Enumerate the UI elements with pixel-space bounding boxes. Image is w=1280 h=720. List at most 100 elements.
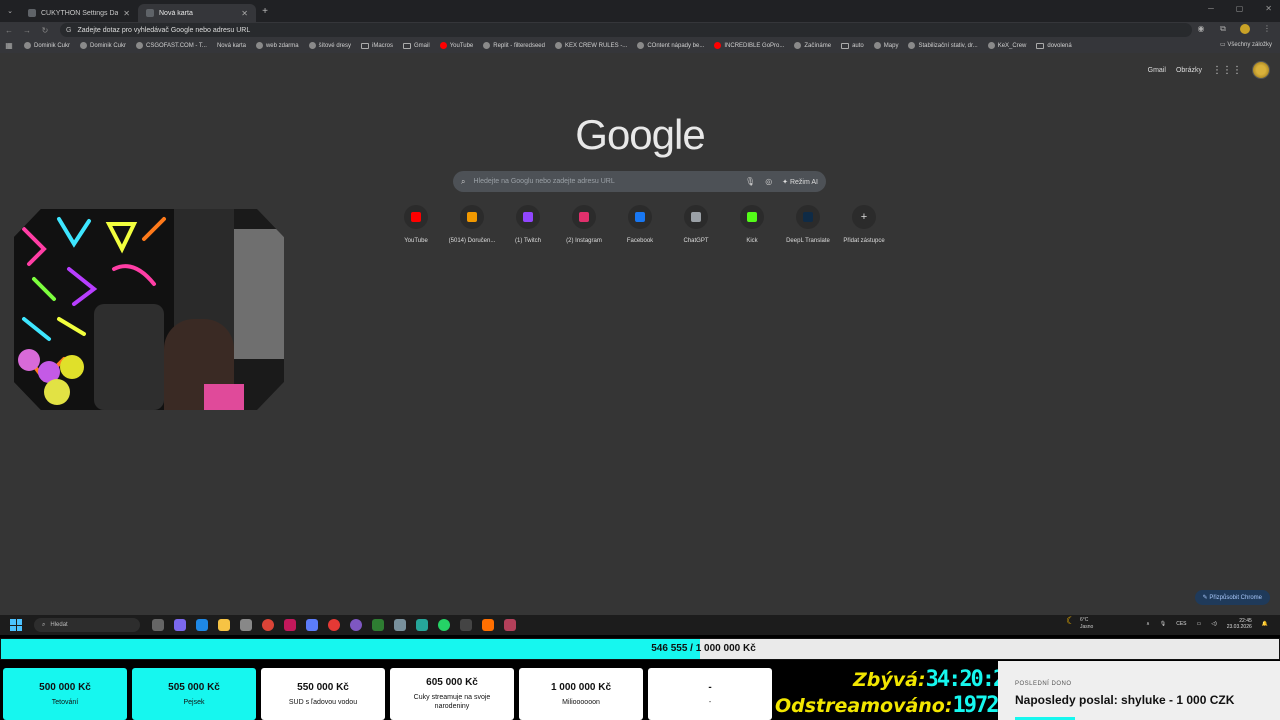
taskbar-search[interactable]: ⌕ Hledat — [34, 618, 140, 632]
extensions-icon[interactable]: ⧉ — [1218, 24, 1228, 34]
shortcut-tile[interactable]: DeepL Translate — [780, 205, 836, 244]
all-bookmarks-folder[interactable]: ▭ Všechny záložky — [1220, 41, 1272, 48]
shortcut-tile[interactable]: (5014) Doručen... — [444, 205, 500, 244]
goal-description: SUD s ľadovou vodou — [288, 698, 358, 706]
bookmark-item[interactable]: Mapy — [873, 42, 898, 49]
goal-description: Cuky streamuje na svoje narodeniny — [413, 694, 491, 710]
shortcut-tile[interactable]: YouTube — [388, 205, 444, 244]
app-icon[interactable] — [460, 619, 472, 631]
address-bar[interactable]: G Zadejte dotaz pro vyhledávač Google ne… — [60, 23, 1192, 37]
gmail-link[interactable]: Gmail — [1148, 67, 1166, 74]
customize-chrome-button[interactable]: ✎ Přizpůsobit Chrome — [1194, 590, 1270, 605]
shortcut-tile[interactable]: + Přidat zástupce — [836, 205, 892, 244]
network-icon[interactable]: ▭ — [1196, 621, 1201, 627]
edge-icon[interactable] — [196, 619, 208, 631]
streaming-app-icon[interactable] — [504, 619, 516, 631]
notification-bell-icon[interactable]: 🔔 — [1262, 621, 1268, 627]
goal-description: Tetování — [51, 698, 79, 706]
bookmark-item[interactable]: Nová karta — [217, 43, 246, 49]
bookmark-item[interactable]: auto — [841, 42, 864, 49]
tab-close-icon[interactable]: ✕ — [123, 9, 130, 18]
bookmark-item[interactable]: CSGOFAST.COM - T... — [136, 42, 207, 49]
forward-icon[interactable]: → — [18, 26, 36, 35]
app-icon[interactable] — [328, 619, 340, 631]
store-icon[interactable] — [240, 619, 252, 631]
bookmark-item[interactable]: dovolená — [1036, 42, 1072, 49]
new-tab-plus-icon[interactable]: + — [256, 6, 274, 17]
bookmark-item[interactable]: YouTube — [439, 42, 473, 49]
streamed-label: Odstreamováno: — [775, 695, 953, 717]
shortcut-favicon — [691, 212, 701, 222]
bookmark-item[interactable]: Dominik Cukr — [80, 42, 126, 49]
toolbar-actions: ◉ ⧉ ⋮ — [1196, 24, 1272, 34]
shortcut-label: (1) Twitch — [515, 238, 541, 244]
acrobat-icon[interactable] — [284, 619, 296, 631]
obs-icon[interactable] — [350, 619, 362, 631]
app-icon[interactable] — [482, 619, 494, 631]
bookmark-item[interactable]: šítové dresy — [308, 42, 351, 49]
back-icon[interactable]: ← — [0, 26, 18, 35]
tab-search-icon[interactable]: ⌄ — [0, 0, 20, 22]
bookmark-item[interactable]: Gmail — [403, 42, 430, 49]
account-avatar[interactable] — [1252, 61, 1270, 79]
bookmark-item[interactable]: KEX CREW RULES -... — [554, 42, 627, 49]
close-window-icon[interactable]: ✕ — [1265, 4, 1272, 13]
task-view-icon[interactable] — [152, 619, 164, 631]
microphone-icon[interactable]: 🎙 — [1160, 621, 1166, 627]
shortcut-icon — [796, 205, 820, 229]
tab-cukython-settings[interactable]: CUKYTHON Settings Dashboard ✕ — [20, 4, 138, 22]
language-indicator[interactable]: CES — [1176, 621, 1186, 627]
bookmark-item[interactable]: Začínáme — [794, 42, 831, 49]
bookmark-item[interactable]: Replit - filteredseed — [483, 42, 545, 49]
teams-icon[interactable] — [174, 619, 186, 631]
shortcut-tile[interactable]: Facebook — [612, 205, 668, 244]
weather-temp: 6°C — [1080, 617, 1089, 623]
apps-grid-icon[interactable]: ▦ — [4, 41, 14, 51]
tab-close-icon[interactable]: ✕ — [241, 9, 248, 18]
shortcut-tile[interactable]: Kick — [724, 205, 780, 244]
tab-new-tab[interactable]: Nová karta ✕ — [138, 4, 256, 22]
settings-icon[interactable] — [394, 619, 406, 631]
bookmark-item[interactable]: INCREDIBLE GoPro... — [714, 42, 784, 49]
google-apps-icon[interactable]: ⋮⋮⋮ — [1212, 65, 1242, 76]
shortcut-favicon — [803, 212, 813, 222]
bookmark-item[interactable]: iMacros — [361, 42, 393, 49]
shortcut-tile[interactable]: ChatGPT — [668, 205, 724, 244]
goal-card: -- — [648, 668, 772, 720]
notes-icon[interactable] — [416, 619, 428, 631]
whatsapp-icon[interactable] — [438, 619, 450, 631]
progress-text: 546 555 / 1 000 000 Kč — [651, 643, 756, 654]
cast-icon[interactable]: ◉ — [1196, 24, 1206, 34]
bookmark-label: dovolená — [1047, 42, 1072, 49]
microphone-icon[interactable]: 🎙 — [745, 177, 755, 186]
weather-widget[interactable]: 6°C Jasno — [1066, 617, 1093, 631]
google-g-icon: G — [66, 26, 72, 34]
minimize-icon[interactable]: ─ — [1208, 4, 1214, 13]
search-box[interactable]: ⌕ Hledejte na Googlu nebo zadejte adresu… — [453, 171, 826, 192]
clock[interactable]: 22:45 23.03.2026 — [1227, 618, 1252, 630]
menu-icon[interactable]: ⋮ — [1262, 24, 1272, 34]
bookmark-item[interactable]: KeX_Crew — [987, 42, 1026, 49]
windows-start-icon[interactable] — [10, 619, 22, 631]
vpn-icon[interactable] — [306, 619, 318, 631]
bookmark-item[interactable]: Stabilizační stativ, dr... — [908, 42, 978, 49]
shortcut-favicon — [635, 212, 645, 222]
shortcut-tile[interactable]: (1) Twitch — [500, 205, 556, 244]
bookmark-item[interactable]: COntent nápady be... — [637, 42, 704, 49]
chrome-icon[interactable] — [262, 619, 274, 631]
chevron-up-icon[interactable]: ∧ — [1146, 621, 1150, 627]
bookmark-item[interactable]: Dominik Cukr — [24, 42, 70, 49]
app-icon[interactable] — [372, 619, 384, 631]
reload-icon[interactable]: ↻ — [36, 26, 54, 35]
bookmark-label: Stabilizační stativ, dr... — [918, 42, 978, 49]
profile-avatar-icon[interactable] — [1240, 24, 1250, 34]
shortcut-tile[interactable]: (2) Instagram — [556, 205, 612, 244]
clock-date: 23.03.2026 — [1226, 624, 1252, 630]
ai-mode-button[interactable]: ✦ Režim AI — [782, 178, 818, 186]
bookmark-item[interactable]: web zdarma — [255, 42, 299, 49]
maximize-icon[interactable]: ▢ — [1236, 4, 1244, 13]
file-explorer-icon[interactable] — [218, 619, 230, 631]
lens-icon[interactable]: ◎ — [765, 177, 772, 186]
volume-icon[interactable]: ◁) — [1211, 621, 1217, 627]
images-link[interactable]: Obrázky — [1176, 67, 1202, 74]
